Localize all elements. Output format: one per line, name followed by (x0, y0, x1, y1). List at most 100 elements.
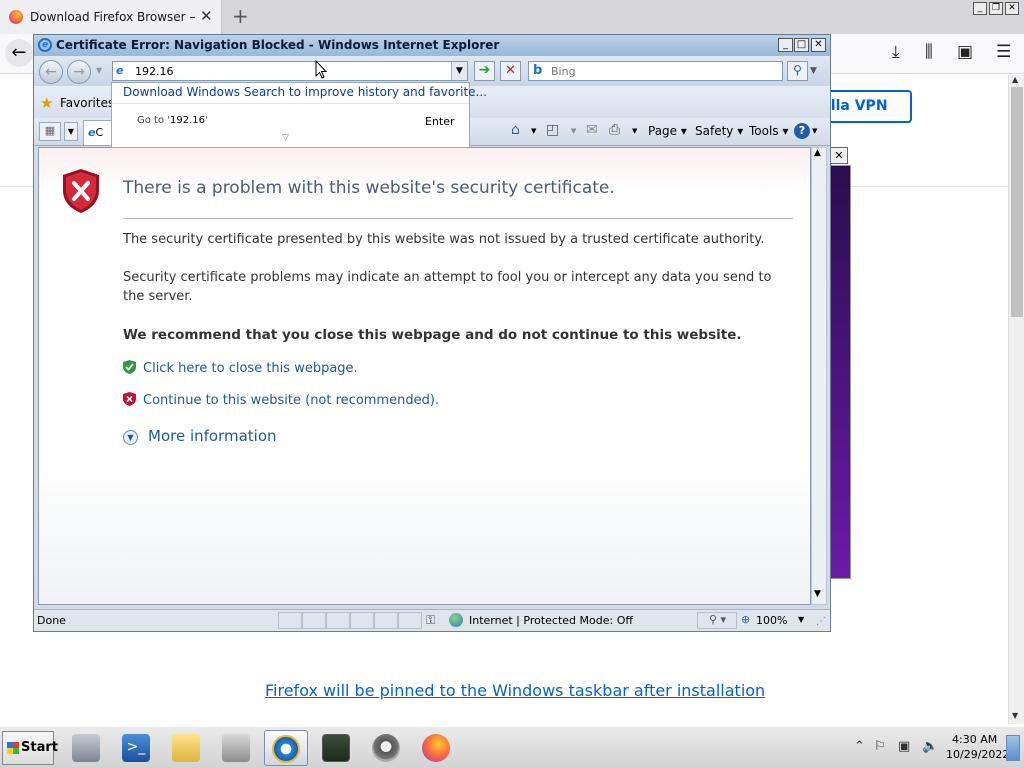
continue-website-option[interactable]: Continue to this website (not recommende… (123, 392, 439, 408)
firefox-tab[interactable]: Download Firefox Browser — Fast ✕ (0, 0, 222, 34)
print-icon[interactable]: ⎙ (609, 122, 620, 138)
search-input[interactable] (551, 63, 771, 79)
taskbar-firefox[interactable] (414, 730, 458, 766)
ie-minimize-button[interactable]: _ (778, 38, 793, 52)
goto-value: 192.16 (170, 115, 206, 126)
print-dropdown-icon[interactable]: ▼ (632, 127, 637, 135)
search-box[interactable]: b (528, 61, 783, 81)
firefox-scrollbar[interactable]: ▲ ▼ (1008, 75, 1024, 724)
start-button[interactable]: Start (2, 731, 58, 765)
menu-hamburger-icon[interactable]: ☰ (996, 42, 1011, 62)
scroll-thumb[interactable] (1011, 87, 1023, 317)
error-paragraph-2: Security certificate problems may indica… (123, 270, 772, 304)
tools-menu[interactable]: Tools ▾ (749, 124, 788, 138)
address-bar[interactable]: e ▼ (112, 61, 468, 81)
close-webpage-option[interactable]: Click here to close this webpage. (123, 360, 358, 376)
panel-close-icon[interactable]: ✕ (830, 147, 848, 164)
sidebar-icon[interactable]: ▣ (957, 42, 973, 62)
error-title: There is a problem with this website's s… (123, 178, 615, 198)
green-shield-icon (123, 360, 136, 374)
history-dropdown-icon[interactable]: ▼ (96, 66, 102, 75)
security-report-icon[interactable]: ⚿ (426, 613, 435, 628)
tab-list-dropdown-icon[interactable]: ▼ (64, 122, 78, 141)
volume-muted-icon[interactable]: 🔈 (922, 739, 938, 754)
search-magnifier-icon[interactable]: ⚲ (787, 61, 808, 81)
zoom-icon: ⊕ (741, 613, 751, 626)
page-icon: e (116, 64, 124, 77)
ff-close-button[interactable]: ✕ (1005, 2, 1019, 15)
ie-taskbar-icon (272, 735, 300, 763)
taskbar-internet-explorer[interactable] (264, 730, 308, 766)
download-icon[interactable]: ⤓ (892, 42, 900, 62)
goto-suggestion[interactable]: Go to '192.16' (137, 115, 208, 126)
ie-logo-icon: e (38, 38, 52, 52)
favorites-star-icon[interactable]: ★ (40, 94, 53, 112)
continue-website-link[interactable]: Continue to this website (not recommende… (143, 393, 439, 408)
vpn-button[interactable]: illa VPN (818, 90, 912, 123)
ie-vertical-scrollbar[interactable]: ▲ ▼ (811, 147, 827, 605)
zoom-dropdown-icon[interactable]: ▼ (798, 615, 804, 624)
ie-forward-icon[interactable]: → (67, 60, 91, 84)
ie-scroll-down-icon[interactable]: ▼ (814, 589, 821, 599)
help-icon[interactable]: ? (794, 123, 810, 139)
close-webpage-link[interactable]: Click here to close this webpage. (143, 361, 358, 376)
new-tab-plus-icon[interactable]: + (232, 4, 249, 28)
page-menu-label: Page (648, 124, 678, 138)
network-icon[interactable]: ▣ (898, 739, 910, 754)
zoom-level[interactable]: 100% (756, 614, 787, 627)
pinned-taskbar-link[interactable]: Firefox will be pinned to the Windows ta… (265, 681, 765, 700)
ie-close-button[interactable]: ✕ (811, 38, 826, 52)
expand-chevron-icon: ▼ (123, 430, 138, 445)
goto-prefix: Go to ' (137, 115, 171, 126)
feeds-dropdown-icon[interactable]: ▼ (571, 127, 576, 135)
ie-back-icon[interactable]: ← (39, 60, 63, 84)
home-dropdown-icon[interactable]: ▼ (531, 127, 536, 135)
tab-close-icon[interactable]: ✕ (200, 7, 213, 25)
purple-banner (829, 165, 851, 579)
taskbar-powershell[interactable]: >_ (114, 730, 158, 766)
error-divider (123, 218, 793, 219)
clock-date[interactable]: 10/29/2022 (946, 748, 1009, 761)
page-menu[interactable]: Page ▾ (648, 124, 687, 138)
action-center-flag-icon[interactable]: ⚐ (874, 739, 886, 754)
status-cell (278, 612, 302, 629)
favorites-button[interactable]: Favorites (60, 96, 114, 110)
ie-maximize-button[interactable]: □ (794, 38, 809, 52)
resize-grip-icon[interactable]: ⋰ (816, 616, 826, 627)
clock-time[interactable]: 4:30 AM (952, 733, 997, 746)
back-arrow-icon[interactable]: ← (5, 39, 33, 67)
stop-icon[interactable]: ✕ (500, 61, 521, 81)
ie-scroll-up-icon[interactable]: ▲ (814, 148, 821, 158)
mail-icon[interactable]: ✉ (586, 122, 598, 138)
windows-search-suggestion[interactable]: Download Windows Search to improve histo… (123, 85, 487, 99)
more-information-toggle[interactable]: ▼ More information (123, 427, 277, 445)
expand-dropdown-icon[interactable]: ▽ (282, 133, 289, 143)
address-dropdown-icon[interactable]: ▼ (451, 62, 467, 80)
scroll-down-icon[interactable]: ▼ (1012, 711, 1018, 720)
ie-tab[interactable]: eC (83, 120, 113, 145)
tools-menu-label: Tools (749, 124, 779, 138)
taskbar-server-manager[interactable] (64, 730, 108, 766)
taskbar-explorer[interactable] (164, 730, 208, 766)
status-cell (302, 612, 326, 629)
go-arrow-icon[interactable]: ➔ (474, 61, 495, 81)
taskbar-task-manager[interactable] (314, 730, 358, 766)
show-hidden-icons[interactable]: ⌃ (854, 739, 865, 754)
safety-menu[interactable]: Safety ▾ (695, 124, 743, 138)
quick-tabs-icon[interactable]: ▦ (39, 122, 61, 141)
scroll-up-icon[interactable]: ▲ (1012, 75, 1018, 84)
security-zone-text[interactable]: Internet | Protected Mode: Off (469, 614, 633, 627)
show-desktop-button[interactable] (1006, 735, 1020, 761)
ff-minimize-button[interactable]: _ (973, 2, 987, 15)
help-dropdown-icon[interactable]: ▼ (812, 127, 817, 135)
folder-icon (172, 734, 200, 762)
taskbar-tools[interactable] (214, 730, 258, 766)
ff-restore-button[interactable]: ❐ (989, 2, 1003, 15)
library-icon[interactable]: ⫼ (925, 42, 933, 62)
status-cell (374, 612, 398, 629)
taskbar-raccoon-app[interactable] (364, 730, 408, 766)
search-options-icon[interactable]: ▼ (810, 61, 822, 81)
feeds-icon[interactable]: ◰ (546, 122, 559, 138)
home-icon[interactable]: ⌂ (511, 122, 520, 138)
address-input[interactable] (135, 63, 445, 79)
